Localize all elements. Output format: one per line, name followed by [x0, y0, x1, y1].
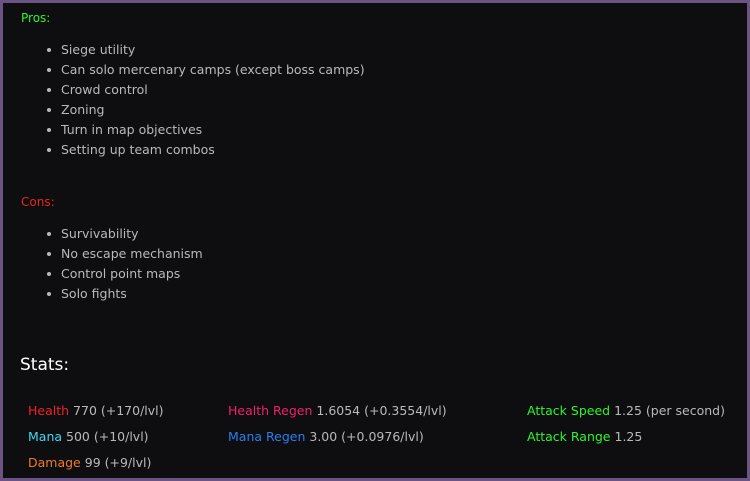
stat-value: 1.25 (per second)	[614, 403, 725, 418]
stat-attack-range: Attack Range 1.25	[527, 429, 642, 444]
list-item: Zoning	[43, 100, 365, 120]
list-item: Siege utility	[43, 40, 365, 60]
stat-label: Attack Speed	[527, 403, 611, 418]
list-item: Turn in map objectives	[43, 120, 365, 140]
hero-info-panel: Pros: Siege utility Can solo mercenary c…	[3, 3, 747, 478]
list-item: Can solo mercenary camps (except boss ca…	[43, 60, 365, 80]
stat-value: 1.25	[614, 429, 643, 444]
stat-label: Mana Regen	[228, 429, 306, 444]
stat-value: 770 (+170/lvl)	[73, 403, 164, 418]
pros-heading: Pros:	[21, 11, 51, 25]
stat-mana: Mana 500 (+10/lvl)	[28, 429, 149, 444]
stat-health: Health 770 (+170/lvl)	[28, 403, 164, 418]
stat-value: 500 (+10/lvl)	[66, 429, 149, 444]
stat-label: Health Regen	[228, 403, 313, 418]
stat-value: 3.00 (+0.0976/lvl)	[309, 429, 424, 444]
stat-damage: Damage 99 (+9/lvl)	[28, 455, 151, 470]
stat-value: 99 (+9/lvl)	[84, 455, 152, 470]
stat-health-regen: Health Regen 1.6054 (+0.3554/lvl)	[228, 403, 447, 418]
pros-list: Siege utility Can solo mercenary camps (…	[43, 40, 365, 160]
stat-label: Attack Range	[527, 429, 611, 444]
stat-label: Damage	[28, 455, 81, 470]
stats-title: Stats:	[20, 355, 70, 375]
list-item: No escape mechanism	[43, 244, 203, 264]
list-item: Setting up team combos	[43, 140, 365, 160]
cons-list: Survivability No escape mechanism Contro…	[43, 224, 203, 304]
list-item: Survivability	[43, 224, 203, 244]
list-item: Crowd control	[43, 80, 365, 100]
stat-label: Mana	[28, 429, 63, 444]
list-item: Control point maps	[43, 264, 203, 284]
stat-mana-regen: Mana Regen 3.00 (+0.0976/lvl)	[228, 429, 424, 444]
cons-heading: Cons:	[21, 195, 55, 209]
list-item: Solo fights	[43, 284, 203, 304]
stat-attack-speed: Attack Speed 1.25 (per second)	[527, 403, 725, 418]
stat-value: 1.6054 (+0.3554/lvl)	[316, 403, 447, 418]
stat-label: Health	[28, 403, 70, 418]
